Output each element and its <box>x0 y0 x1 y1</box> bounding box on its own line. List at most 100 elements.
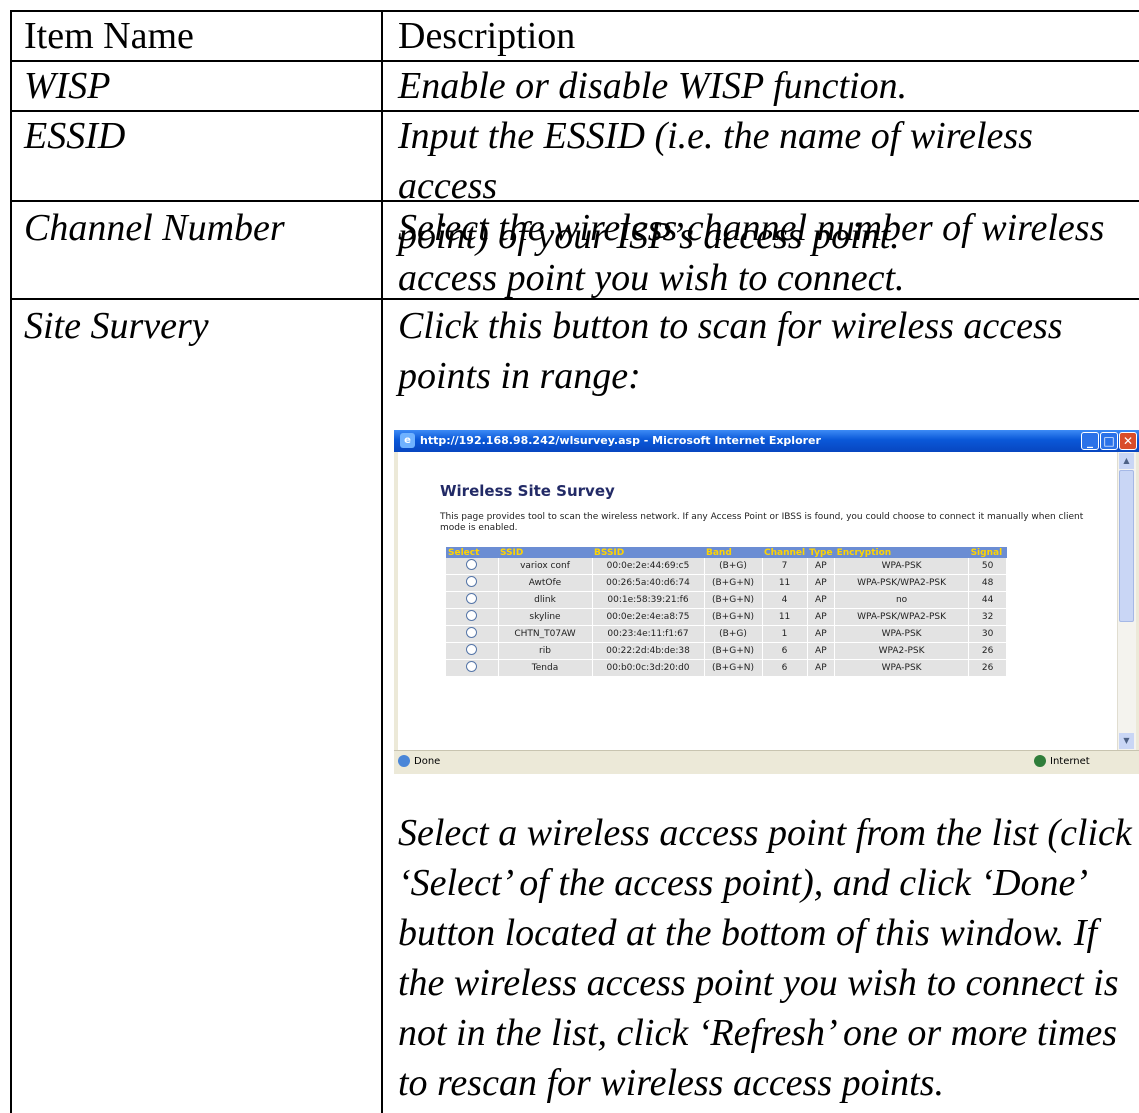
col-select: Select <box>446 547 498 558</box>
signal-cell: 26 <box>968 642 1008 660</box>
internet-globe-icon <box>1034 755 1046 767</box>
bssid-cell: 00:1e:58:39:21:f6 <box>592 591 705 609</box>
channel-cell: 4 <box>762 591 808 609</box>
table-row: dlink 00:1e:58:39:21:f6 (B+G+N) 4 AP no … <box>446 591 1008 609</box>
select-radio[interactable] <box>466 559 478 570</box>
band-cell: (B+G+N) <box>704 608 763 626</box>
status-done-text: Done <box>414 756 441 767</box>
channel-cell: 6 <box>762 642 808 660</box>
encryption-cell: WPA-PSK <box>834 558 970 575</box>
row-desc-channel-number: Select the wireless channel number of wi… <box>398 203 1104 303</box>
select-radio[interactable] <box>466 576 478 587</box>
close-button[interactable]: ✕ <box>1119 432 1137 450</box>
channel-cell: 11 <box>762 574 808 592</box>
ssid-cell: CHTN_T07AW <box>498 625 593 643</box>
channel-cell: 1 <box>762 625 808 643</box>
scroll-thumb[interactable] <box>1119 470 1134 622</box>
select-radio[interactable] <box>466 661 478 672</box>
row-name-site-survey: Site Survery <box>24 305 209 347</box>
browser-title: http://192.168.98.242/wlsurvey.asp - Mic… <box>420 434 821 447</box>
bssid-cell: 00:0e:2e:44:69:c5 <box>592 558 705 575</box>
type-cell: AP <box>807 659 836 677</box>
type-cell: AP <box>807 642 836 660</box>
scroll-up-icon[interactable]: ▲ <box>1119 453 1134 469</box>
ssid-cell: rib <box>498 642 593 660</box>
desc-line: Select a wireless access point from the … <box>398 812 1132 854</box>
ssid-cell: AwtOfe <box>498 574 593 592</box>
col-ssid: SSID <box>498 547 592 558</box>
desc-line: Select the wireless channel number of wi… <box>398 207 1105 249</box>
desc-line: Click this button to scan for wireless a… <box>398 305 1063 347</box>
row-desc-wisp: Enable or disable WISP function. <box>398 61 907 111</box>
col-channel: Channel <box>762 547 808 558</box>
type-cell: AP <box>807 558 836 575</box>
type-cell: AP <box>807 574 836 592</box>
channel-cell: 11 <box>762 608 808 626</box>
desc-line: Enable or disable WISP function. <box>398 65 908 107</box>
header-item-name: Item Name <box>24 15 194 57</box>
minimize-button[interactable]: _ <box>1081 432 1099 450</box>
type-cell: AP <box>807 625 836 643</box>
table-column-divider <box>381 10 383 1113</box>
signal-cell: 26 <box>968 659 1008 677</box>
bssid-cell: 00:23:4e:11:f1:67 <box>592 625 705 643</box>
select-radio[interactable] <box>466 593 478 604</box>
table-row: rib 00:22:2d:4b:de:38 (B+G+N) 6 AP WPA2-… <box>446 642 1008 660</box>
encryption-cell: no <box>834 591 970 609</box>
desc-line: not in the list, click ‘Refresh’ one or … <box>398 1012 1118 1054</box>
col-band: Band <box>704 547 762 558</box>
desc-line: access point you wish to connect. <box>398 257 905 299</box>
encryption-cell: WPA2-PSK <box>834 642 970 660</box>
type-cell: AP <box>807 608 836 626</box>
col-encryption: Encryption <box>834 547 969 558</box>
site-survey-table: Select SSID BSSID Band Channel Type Encr… <box>446 547 1008 677</box>
desc-line: ‘Select’ of the access point), and click… <box>398 862 1089 904</box>
ssid-cell: Tenda <box>498 659 593 677</box>
band-cell: (B+G+N) <box>704 642 763 660</box>
bssid-cell: 00:26:5a:40:d6:74 <box>592 574 705 592</box>
col-type: Type <box>807 547 835 558</box>
table-row: skyline 00:0e:2e:4e:a8:75 (B+G+N) 11 AP … <box>446 608 1008 626</box>
band-cell: (B+G) <box>704 558 763 575</box>
desc-line: button located at the bottom of this win… <box>398 912 1098 954</box>
desc-line: points in range: <box>398 355 641 397</box>
page-title: Wireless Site Survey <box>440 482 615 500</box>
signal-cell: 44 <box>968 591 1008 609</box>
row-name-wisp: WISP <box>24 65 111 107</box>
ssid-cell: skyline <box>498 608 593 626</box>
select-cell <box>446 625 499 643</box>
select-radio[interactable] <box>466 644 478 655</box>
row-name-channel-number: Channel Number <box>24 207 285 249</box>
signal-cell: 48 <box>968 574 1008 592</box>
page-description: This page provides tool to scan the wire… <box>440 512 1084 533</box>
site-survey-screenshot: e http://192.168.98.242/wlsurvey.asp - M… <box>394 430 1139 774</box>
select-radio[interactable] <box>466 627 478 638</box>
type-cell: AP <box>807 591 836 609</box>
desc-line: to rescan for wireless access points. <box>398 1062 945 1104</box>
table-row: variox conf 00:0e:2e:44:69:c5 (B+G) 7 AP… <box>446 558 1008 575</box>
select-cell <box>446 642 499 660</box>
signal-cell: 50 <box>968 558 1008 575</box>
browser-statusbar: Done Internet <box>394 750 1139 774</box>
site-survey-instructions: Select a wireless access point from the … <box>398 808 1132 1108</box>
table-border-left <box>10 10 12 1113</box>
select-radio[interactable] <box>466 610 478 621</box>
vertical-scrollbar[interactable]: ▲ ▼ <box>1117 452 1136 750</box>
row-desc-site-survey: Click this button to scan for wireless a… <box>398 301 1063 401</box>
bssid-cell: 00:b0:0c:3d:20:d0 <box>592 659 705 677</box>
maximize-button[interactable]: □ <box>1100 432 1118 450</box>
bssid-cell: 00:0e:2e:4e:a8:75 <box>592 608 705 626</box>
select-cell <box>446 608 499 626</box>
browser-content: Wireless Site Survey This page provides … <box>398 452 1117 750</box>
band-cell: (B+G+N) <box>704 591 763 609</box>
row-name-essid: ESSID <box>24 115 126 157</box>
table-header-row: Select SSID BSSID Band Channel Type Encr… <box>446 547 1007 558</box>
ssid-cell: dlink <box>498 591 593 609</box>
signal-cell: 30 <box>968 625 1008 643</box>
select-cell <box>446 558 499 575</box>
scroll-down-icon[interactable]: ▼ <box>1119 733 1134 749</box>
select-cell <box>446 659 499 677</box>
document-page: Item Name Description WISP Enable or dis… <box>0 0 1139 1113</box>
encryption-cell: WPA-PSK/WPA2-PSK <box>834 608 970 626</box>
table-row: CHTN_T07AW 00:23:4e:11:f1:67 (B+G) 1 AP … <box>446 625 1008 643</box>
